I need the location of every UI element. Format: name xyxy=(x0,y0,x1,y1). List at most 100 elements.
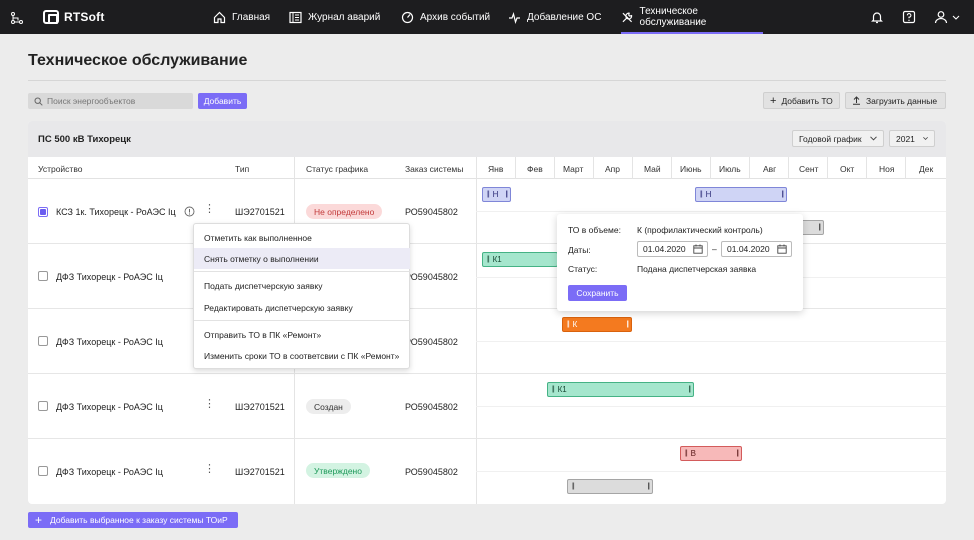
user-icon[interactable] xyxy=(934,10,948,24)
calendar-icon[interactable] xyxy=(693,244,703,254)
chevron-down-icon[interactable] xyxy=(952,10,960,24)
save-button[interactable]: Сохранить xyxy=(568,285,627,301)
device-name[interactable]: ДФЗ Тихорецк - РоАЭС Iц xyxy=(56,272,163,282)
rtsoft-logo[interactable]: RTSoft xyxy=(43,10,105,24)
column-header-status: Статус графика xyxy=(306,164,369,174)
drag-handle-icon[interactable]: || xyxy=(487,256,489,263)
plus-icon: + xyxy=(35,513,43,527)
nav-item-incident-log[interactable]: Журнал аварий xyxy=(289,0,380,34)
menu-item-edit-request[interactable]: Редактировать диспетчерскую заявку xyxy=(194,297,410,318)
volume-value: К (профилактический контроль) xyxy=(637,225,763,235)
row-divider xyxy=(28,243,946,244)
row-checkbox[interactable] xyxy=(38,401,48,411)
more-actions-icon[interactable]: ⋮ xyxy=(204,464,215,475)
month-divider xyxy=(905,157,906,179)
drag-handle-icon[interactable]: || xyxy=(487,191,489,198)
row-checkbox[interactable] xyxy=(38,271,48,281)
device-name[interactable]: ДФЗ Тихорецк - РоАЭС Iц xyxy=(56,467,163,477)
gantt-gridline xyxy=(476,406,946,407)
row-checkbox[interactable] xyxy=(38,336,48,346)
gantt-bar[interactable]: || Н || xyxy=(695,187,787,202)
hub-menu-icon[interactable] xyxy=(10,11,24,25)
month-header: Янв xyxy=(488,164,504,174)
year-select-value: 2021 xyxy=(896,133,915,144)
bell-icon[interactable] xyxy=(870,10,884,24)
top-navigation-bar: RTSoft Главная Журнал аварий Архив событ… xyxy=(0,0,974,34)
gantt-bar[interactable]: || || xyxy=(567,479,653,494)
menu-item-change-dates[interactable]: Изменить сроки ТО в соответсвии с ПК «Ре… xyxy=(194,345,410,366)
drag-handle-icon[interactable]: || xyxy=(818,224,820,231)
drag-handle-icon[interactable]: || xyxy=(626,321,628,328)
row-checkbox[interactable] xyxy=(38,207,48,217)
help-icon[interactable] xyxy=(902,10,916,24)
add-maintenance-button[interactable]: + Добавить ТО xyxy=(763,92,840,109)
drag-handle-icon[interactable]: || xyxy=(552,386,554,393)
month-divider xyxy=(866,157,867,179)
nav-item-maintenance[interactable]: Техническое обслуживание xyxy=(621,0,763,34)
add-button[interactable]: Добавить xyxy=(198,93,247,109)
date-to-field[interactable]: 01.04.2020 xyxy=(721,241,792,257)
more-actions-icon[interactable]: ⋮ xyxy=(204,399,215,410)
status-badge: Создан xyxy=(306,399,351,414)
nav-item-label: Архив событий xyxy=(420,11,491,23)
month-divider xyxy=(710,157,711,179)
drag-handle-icon[interactable]: || xyxy=(781,191,783,198)
logo-text: RTSoft xyxy=(64,10,105,24)
month-divider xyxy=(632,157,633,179)
date-from-field[interactable]: 01.04.2020 xyxy=(637,241,708,257)
gantt-bar-label: В xyxy=(690,449,696,458)
calendar-icon[interactable] xyxy=(777,244,787,254)
column-header-device: Устройство xyxy=(38,164,83,174)
drag-handle-icon[interactable]: || xyxy=(685,450,687,457)
drag-handle-icon[interactable]: || xyxy=(572,483,574,490)
drag-handle-icon[interactable]: || xyxy=(736,450,738,457)
menu-item-submit-request[interactable]: Подать диспетчерскую заявку xyxy=(194,275,410,296)
device-name[interactable]: ДФЗ Тихорецк - РоАЭС Iц xyxy=(56,337,163,347)
menu-item-unmark-done[interactable]: Снять отметку о выполнении xyxy=(194,248,410,269)
gantt-bar[interactable]: || К1 xyxy=(482,252,558,267)
column-divider xyxy=(476,157,477,504)
more-actions-icon[interactable]: ⋮ xyxy=(204,204,215,215)
menu-item-send-to-repair[interactable]: Отправить ТО в ПК «Ремонт» xyxy=(194,324,410,345)
nav-item-event-archive[interactable]: Архив событий xyxy=(401,0,490,34)
chevron-down-icon xyxy=(869,136,877,141)
row-checkbox[interactable] xyxy=(38,466,48,476)
gantt-bar[interactable]: || В || xyxy=(680,446,742,461)
view-select[interactable]: Годовой график xyxy=(792,130,884,147)
drag-handle-icon[interactable]: || xyxy=(688,386,690,393)
year-select[interactable]: 2021 xyxy=(889,130,935,147)
month-header: Авг xyxy=(763,164,777,174)
maintenance-panel: ПС 500 кВ Тихорецк Годовой график 2021 У… xyxy=(28,121,946,504)
menu-item-mark-done[interactable]: Отметить как выполненное xyxy=(194,227,410,248)
gantt-bar[interactable]: || Н || xyxy=(482,187,511,202)
page-title: Техническое обслуживание xyxy=(28,52,248,69)
search-input[interactable] xyxy=(47,96,187,106)
upload-data-button[interactable]: Загрузить данные xyxy=(845,92,946,109)
gantt-gridline xyxy=(476,471,946,472)
device-name[interactable]: ДФЗ Тихорецк - РоАЭС Iц xyxy=(56,402,163,412)
nav-item-add-os[interactable]: Добавление ОС xyxy=(508,0,601,34)
gantt-bar[interactable]: || К || xyxy=(562,317,632,332)
drag-handle-icon[interactable]: || xyxy=(505,191,507,198)
drag-handle-icon[interactable]: || xyxy=(647,483,649,490)
system-order: РО59045802 xyxy=(405,337,458,347)
month-divider xyxy=(515,157,516,179)
month-header: Дек xyxy=(919,164,934,174)
substation-title: ПС 500 кВ Тихорецк xyxy=(38,134,131,145)
gantt-bar[interactable]: || К1 || xyxy=(547,382,694,397)
device-name[interactable]: КСЗ 1к. Тихорецк - РоАЭС Iц xyxy=(56,207,176,217)
month-header: Апр xyxy=(605,164,620,174)
gantt-bar-label: Н xyxy=(705,190,712,199)
info-icon[interactable] xyxy=(184,206,195,217)
drag-handle-icon[interactable]: || xyxy=(700,191,702,198)
drag-handle-icon[interactable]: || xyxy=(567,321,569,328)
gantt-bar-label: Н xyxy=(492,190,499,199)
gantt-gridline xyxy=(476,211,946,212)
status-label: Статус: xyxy=(568,264,598,274)
search-field[interactable] xyxy=(28,93,193,109)
date-to-value: 01.04.2020 xyxy=(727,244,770,254)
journal-icon xyxy=(289,11,302,23)
month-header: Июль xyxy=(719,164,741,174)
nav-item-home[interactable]: Главная xyxy=(213,0,270,34)
add-selected-to-order-button[interactable]: + Добавить выбранное к заказу системы ТО… xyxy=(28,512,238,528)
